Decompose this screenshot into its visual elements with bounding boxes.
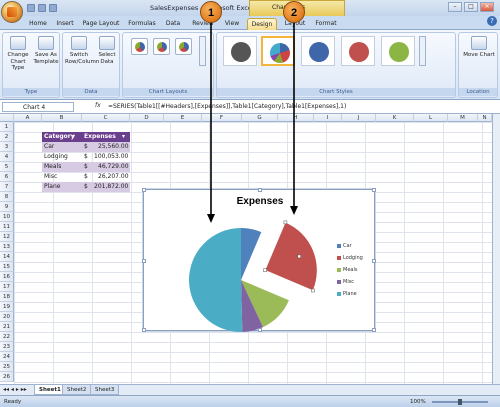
- sheet-nav-icon[interactable]: ◂◂ ◂ ▸ ▸▸: [3, 386, 27, 393]
- office-logo-icon: [7, 7, 17, 17]
- zoom-slider[interactable]: [432, 399, 488, 405]
- status-bar: Ready 100%: [0, 395, 500, 407]
- callout-1: 1: [200, 1, 222, 23]
- office-button[interactable]: [1, 1, 23, 23]
- callout-2: 2: [283, 1, 305, 23]
- sheet-tab[interactable]: Sheet2: [62, 385, 92, 395]
- callout-arrows: [207, 22, 298, 223]
- zoom-level[interactable]: 100%: [410, 399, 426, 405]
- status-text: Ready: [4, 399, 22, 405]
- sheet-tab-bar: ◂◂ ◂ ▸ ▸▸ Sheet1 Sheet2 Sheet3: [0, 384, 500, 395]
- sheet-tab[interactable]: Sheet3: [90, 385, 120, 395]
